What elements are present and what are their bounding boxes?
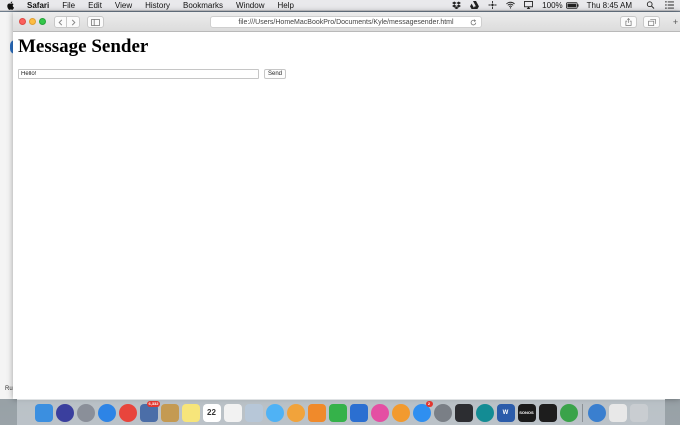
menu-file[interactable]: File (62, 0, 75, 11)
dock-preview-icon[interactable] (244, 403, 263, 422)
dock-separator (582, 403, 583, 422)
dock-slack-icon[interactable] (454, 403, 473, 422)
url-text: file:///Users/HomeMacBookPro/Documents/K… (238, 18, 454, 26)
status-area: 100% Thu 8:45 AM (443, 0, 674, 11)
battery-percentage[interactable]: 100% (542, 0, 562, 11)
dropbox-icon[interactable] (452, 1, 462, 9)
menu-bar: Safari File Edit View History Bookmarks … (0, 0, 680, 11)
menu-view[interactable]: View (115, 0, 132, 11)
dock-documents-icon[interactable] (608, 403, 627, 422)
dock-siri-icon[interactable] (55, 403, 74, 422)
send-button[interactable]: Send (264, 69, 286, 79)
dock-icon-label: 22 (207, 408, 216, 417)
dock-safari-icon[interactable] (97, 403, 116, 422)
background-window-text: Ru (5, 386, 13, 392)
dock-badge: 2 (425, 400, 433, 407)
dock-update-app-icon[interactable] (559, 403, 578, 422)
share-button[interactable] (620, 16, 637, 28)
dock-icon-label: W (502, 409, 509, 416)
window-controls (19, 18, 49, 25)
dock-keynote-icon[interactable] (349, 403, 368, 422)
dock-icon-label: SONOS (519, 410, 534, 415)
dock-arduino-icon[interactable] (475, 403, 494, 422)
zoom-window-button[interactable] (39, 18, 46, 25)
reload-icon[interactable] (470, 19, 477, 26)
safari-window: file:///Users/HomeMacBookPro/Documents/K… (13, 12, 680, 399)
menu-app-safari[interactable]: Safari (27, 0, 49, 11)
dock-photo-library-icon[interactable]: 6,332 (139, 400, 160, 422)
page-content: Message Sender Send (13, 33, 680, 399)
dock-chrome-icon[interactable] (118, 403, 137, 422)
spotlight-search-icon[interactable] (646, 1, 655, 9)
dock-sonos-icon[interactable]: SONOS (517, 403, 536, 422)
sidebar-icon (91, 18, 100, 26)
menu-bookmarks[interactable]: Bookmarks (183, 0, 223, 11)
dock-word-icon[interactable]: W (496, 403, 515, 422)
dock-launchpad-icon[interactable] (76, 403, 95, 422)
dock-finder-icon[interactable] (34, 403, 53, 422)
dock-reminders-icon[interactable] (223, 403, 242, 422)
wifi-icon[interactable] (506, 1, 516, 9)
dock-photos-icon[interactable] (286, 403, 305, 422)
dock-ibooks-icon[interactable] (391, 403, 410, 422)
dock-app-store-icon[interactable]: 2 (412, 400, 433, 422)
dock-trash-icon[interactable] (629, 403, 648, 422)
background-window-edge (0, 12, 13, 399)
dock-messages-icon[interactable] (265, 403, 284, 422)
dock-itunes-icon[interactable] (370, 403, 389, 422)
network-activity-icon[interactable] (488, 1, 497, 9)
close-window-button[interactable] (19, 18, 26, 25)
message-input[interactable] (18, 69, 259, 79)
forward-button[interactable] (67, 16, 80, 28)
airplay-icon[interactable] (524, 1, 534, 9)
dock: 6,332 22 2 W SONOS (17, 399, 665, 425)
share-icon (625, 18, 632, 26)
page-title: Message Sender (18, 36, 149, 57)
show-tabs-button[interactable] (643, 16, 660, 28)
browser-toolbar: file:///Users/HomeMacBookPro/Documents/K… (13, 12, 680, 32)
dock-notes-icon[interactable] (181, 403, 200, 422)
menu-history[interactable]: History (145, 0, 170, 11)
dock-terminal-icon[interactable] (538, 403, 557, 422)
notification-center-icon[interactable] (665, 1, 674, 9)
address-bar[interactable]: file:///Users/HomeMacBookPro/Documents/K… (210, 16, 482, 28)
navigation-buttons (54, 16, 80, 28)
new-tab-button[interactable]: + (671, 18, 680, 27)
back-button[interactable] (54, 16, 67, 28)
menu-help[interactable]: Help (277, 0, 293, 11)
dock-numbers-icon[interactable] (328, 403, 347, 422)
chevron-right-icon (71, 19, 75, 25)
battery-icon[interactable] (565, 1, 579, 9)
apple-menu-icon[interactable] (6, 1, 15, 10)
tabs-overview-icon (647, 18, 656, 26)
menu-window[interactable]: Window (236, 0, 264, 11)
dock-badge: 6,332 (147, 400, 160, 407)
dock-system-preferences-icon[interactable] (433, 403, 452, 422)
dock-downloads-icon[interactable] (587, 403, 606, 422)
dock-pages-icon[interactable] (307, 403, 326, 422)
minimize-window-button[interactable] (29, 18, 36, 25)
menu-edit[interactable]: Edit (88, 0, 102, 11)
chevron-left-icon (58, 19, 63, 25)
dock-calendar-icon[interactable]: 22 (202, 403, 221, 422)
google-drive-icon[interactable] (470, 1, 480, 9)
show-sidebar-button[interactable] (87, 16, 104, 28)
menu-clock[interactable]: Thu 8:45 AM (587, 0, 632, 11)
dock-notefile-icon[interactable] (160, 403, 179, 422)
